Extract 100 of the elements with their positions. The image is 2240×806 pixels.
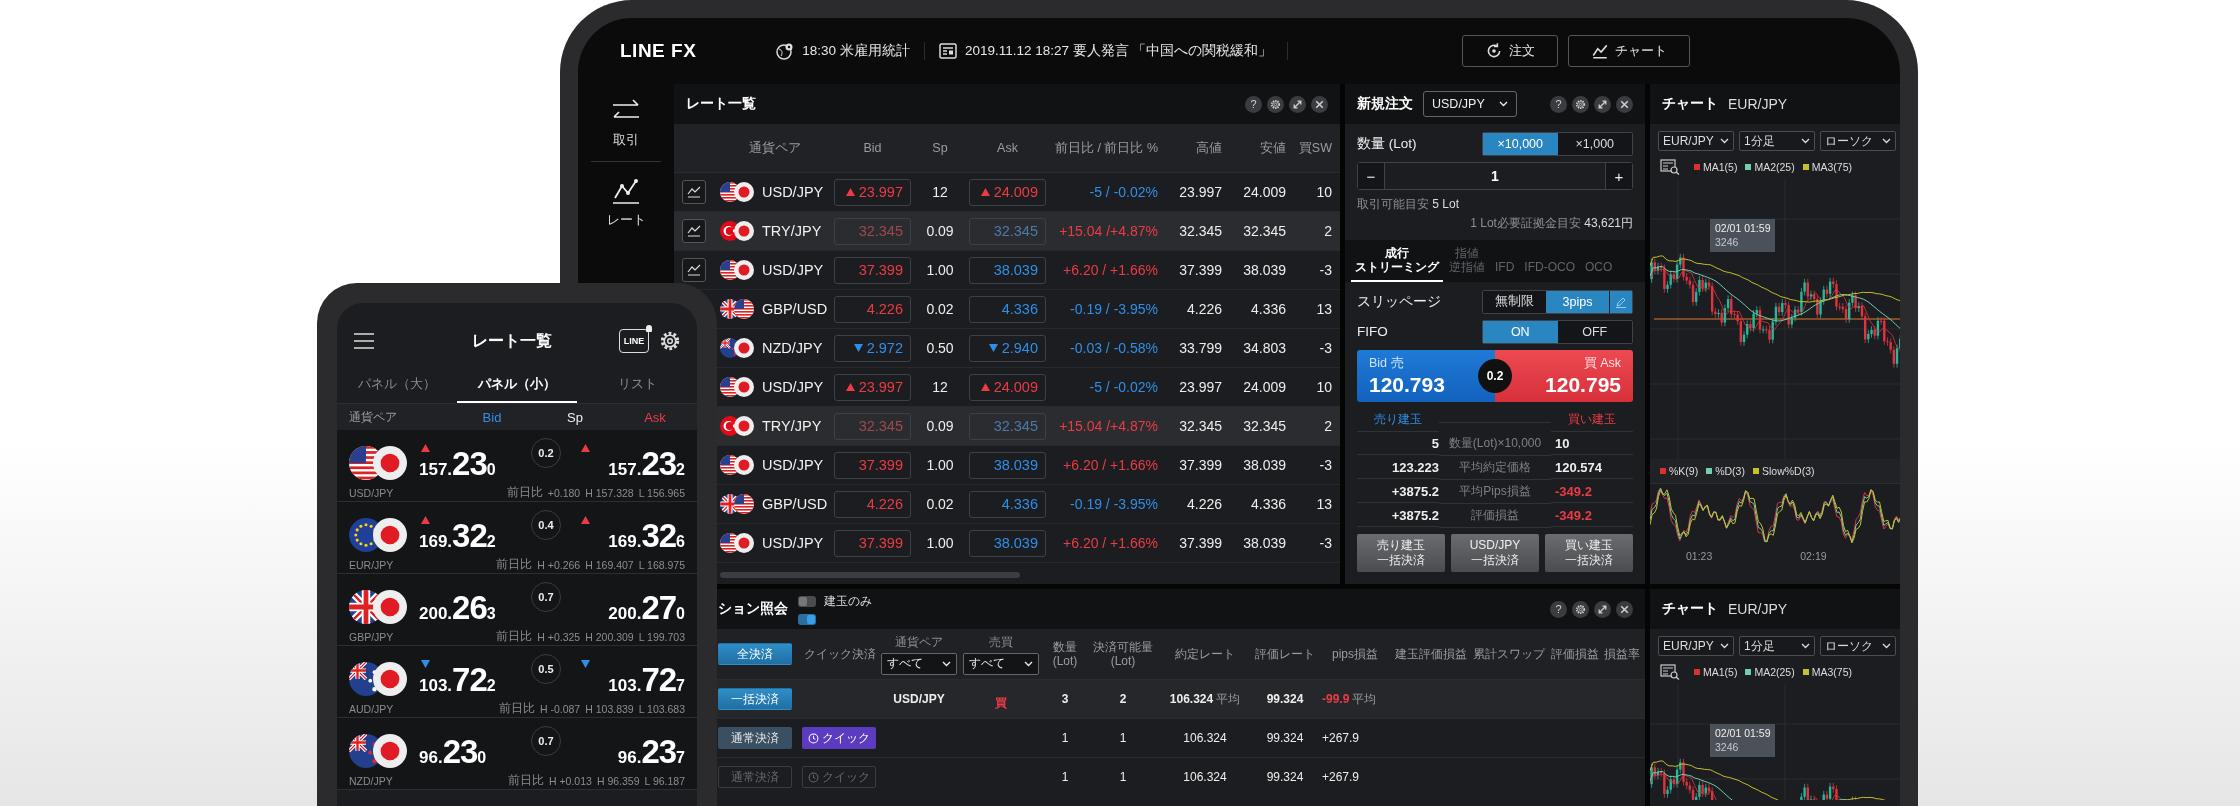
buy-positions-header: 買い建玉 — [1551, 407, 1633, 432]
bid-price[interactable]: 103.722 — [419, 663, 496, 696]
close-button[interactable] — [1616, 95, 1633, 113]
bid-price[interactable]: 23.997 — [834, 178, 911, 206]
bid-price[interactable]: 169.322 — [419, 519, 496, 552]
ask-price[interactable]: 4.336 — [969, 295, 1046, 323]
increment-button[interactable]: + — [1606, 163, 1632, 189]
bid-price[interactable]: 4.226 — [834, 295, 911, 323]
bid-price[interactable]: 200.263 — [419, 591, 496, 624]
ask-price[interactable]: 96.237 — [617, 735, 685, 768]
expand-button[interactable] — [1289, 95, 1306, 113]
ask-price[interactable]: 24.009 — [969, 373, 1046, 401]
bid-price[interactable]: 37.399 — [834, 451, 911, 479]
close-all-button[interactable]: 全決済 — [718, 643, 792, 665]
filter-dropdown[interactable]: すべて — [963, 652, 1039, 675]
globe-pin-icon — [776, 42, 795, 60]
spread: 0.09 — [925, 418, 955, 434]
toggle-switch[interactable] — [798, 614, 816, 625]
news-ticker[interactable]: 2019.11.12 18:27 要人発言 「中国への関税緩和」 — [964, 42, 1273, 60]
rate-card[interactable]: 103.722 0.5 103.727 AUD/JPY 前日比 H -0.087 H 103.839 L 103.683 — [337, 646, 697, 718]
chart-dropdown[interactable]: EUR/JPY — [1658, 636, 1734, 656]
ask-price[interactable]: 38.039 — [969, 256, 1046, 284]
column-header: 約定レート — [1174, 646, 1236, 662]
chart-dropdown[interactable]: ローソク — [1820, 131, 1896, 151]
sell-value: 5 — [1357, 432, 1439, 455]
close-button[interactable] — [1616, 600, 1633, 618]
close-button[interactable] — [1311, 95, 1328, 113]
chart-dropdown[interactable]: ローソク — [1820, 636, 1896, 656]
bid-price[interactable]: 23.997 — [834, 373, 911, 401]
close-position-button[interactable]: 通常決済 — [718, 727, 792, 749]
chart-button[interactable] — [682, 258, 706, 282]
table-search-icon[interactable] — [1660, 159, 1680, 175]
filter-dropdown[interactable]: すべて — [881, 652, 957, 675]
menu-icon[interactable] — [353, 332, 375, 350]
ask-price[interactable]: 103.727 — [608, 663, 685, 696]
tooltip-time: 02/01 01:59 — [1715, 727, 1771, 741]
scrollbar[interactable] — [720, 572, 1020, 578]
unit-option[interactable]: ×1,000 — [1557, 133, 1632, 155]
bulk-close-button[interactable]: 売り建玉 一括決済 — [1357, 533, 1445, 572]
chart-dropdown[interactable]: EUR/JPY — [1658, 131, 1734, 151]
ask-price[interactable]: 4.336 — [969, 490, 1046, 518]
bulk-close-button[interactable]: USD/JPY 一括決済 — [1451, 533, 1539, 572]
pips-pl: +267.9 — [1321, 770, 1361, 784]
ask-price[interactable]: 24.009 — [969, 178, 1046, 206]
help-button[interactable]: ? — [1245, 95, 1262, 113]
fifo-option[interactable]: OFF — [1557, 320, 1632, 343]
nav-item[interactable]: レート — [591, 161, 661, 241]
rate-card[interactable]: 157.230 0.2 157.232 USD/JPY 前日比 +0.180 H 157.328 L 156.965 — [337, 430, 697, 502]
bid-price[interactable]: 96.230 — [419, 735, 487, 768]
table-search-icon[interactable] — [1660, 664, 1680, 680]
ask-price[interactable]: 38.039 — [969, 451, 1046, 479]
legend-label: MA3(75) — [1811, 666, 1852, 678]
bid-price[interactable]: 37.399 — [834, 256, 911, 284]
view-tab[interactable]: パネル（大） — [337, 367, 457, 403]
low-price: L 96.187 — [644, 774, 685, 787]
currency-pair: EUR/JPY — [349, 558, 395, 571]
chart-button[interactable] — [682, 219, 706, 243]
ask-price[interactable]: 38.039 — [969, 529, 1046, 557]
rate-card[interactable]: 96.230 0.7 96.237 NZD/JPY 前日比 H +0.013 H 96.359 L 96.187 — [337, 718, 697, 790]
nav-item[interactable]: 取引 — [591, 90, 661, 161]
bulk-close-button[interactable]: 買い建玉 一括決済 — [1545, 533, 1633, 572]
chevron-down-icon — [942, 660, 951, 667]
chart-button[interactable] — [682, 180, 706, 204]
help-button[interactable]: ? — [1550, 95, 1567, 113]
bid-price[interactable]: 4.226 — [834, 490, 911, 518]
capacity-text: 取引可能目安 5 Lot — [1357, 196, 1461, 213]
order-type-tab[interactable]: 成行 ストリーミング — [1351, 240, 1443, 282]
chart-dropdown[interactable]: 1分足 — [1739, 636, 1815, 656]
chart-button[interactable]: チャート — [1568, 35, 1690, 67]
view-tab[interactable]: リスト — [577, 367, 697, 403]
chart-dropdown[interactable]: 1分足 — [1739, 131, 1815, 151]
decrement-button[interactable]: − — [1358, 163, 1384, 189]
settings-button[interactable] — [1572, 95, 1589, 113]
ask-price[interactable]: 169.326 — [608, 519, 685, 552]
pair-dropdown[interactable]: USD/JPY — [1423, 91, 1517, 117]
toggle-switch[interactable] — [798, 596, 816, 607]
ask-price[interactable]: 157.232 — [608, 447, 685, 480]
legend-label: MA2(25) — [1754, 666, 1795, 678]
settings-button[interactable] — [1572, 600, 1589, 618]
bid-price[interactable]: 2.972 — [834, 334, 911, 362]
expand-button[interactable] — [1594, 95, 1611, 113]
rate-card[interactable]: 169.322 0.4 169.326 EUR/JPY 前日比 H +0.266 H 169.407 L 168.975 — [337, 502, 697, 574]
unit-option[interactable]: ×10,000 — [1483, 133, 1558, 155]
spread: 1.00 — [925, 457, 955, 473]
close-position-button[interactable]: 一括決済 — [718, 688, 792, 710]
bid-price[interactable]: 157.230 — [419, 447, 496, 480]
order-button[interactable]: 注文 — [1462, 35, 1558, 67]
rate-card[interactable]: 200.263 0.7 200.270 GBP/JPY 前日比 H +0.325 H 200.309 L 199.703 — [337, 574, 697, 646]
quick-close-button[interactable]: クイック — [802, 727, 876, 749]
column-header: 評価レート — [1254, 646, 1316, 662]
ask-price[interactable]: 200.270 — [608, 591, 685, 624]
ask-price[interactable]: 2.940 — [969, 334, 1046, 362]
slippage-option[interactable]: 3pips — [1546, 290, 1609, 313]
bid-price[interactable]: 37.399 — [834, 529, 911, 557]
slippage-option[interactable]: 無制限 — [1483, 290, 1546, 313]
help-button[interactable]: ? — [1550, 600, 1567, 618]
expand-button[interactable] — [1594, 600, 1611, 618]
settings-button[interactable] — [1267, 95, 1284, 113]
fifo-option[interactable]: ON — [1483, 320, 1558, 343]
news-ticker[interactable]: 18:30 米雇用統計 — [802, 42, 910, 60]
